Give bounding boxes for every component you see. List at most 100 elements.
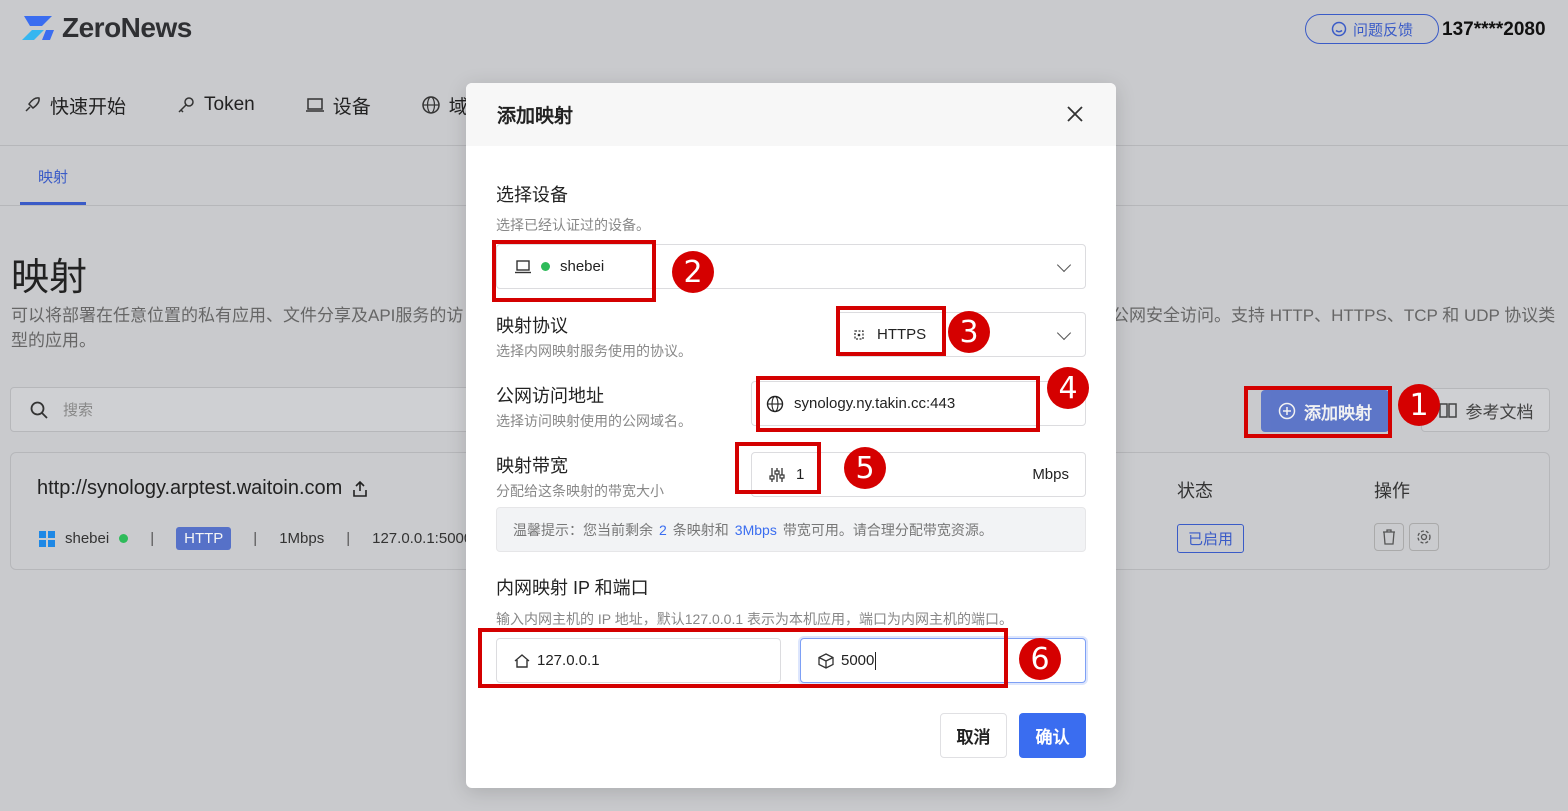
protocol-value: HTTPS	[877, 326, 927, 343]
public-address-select[interactable]: synology.ny.takin.cc:443	[751, 381, 1086, 426]
nav-label: 设备	[332, 96, 371, 118]
internal-ip-label: 内网映射 IP 和端口	[496, 578, 649, 598]
search-icon	[30, 401, 48, 419]
mapping-device: shebei	[65, 530, 110, 547]
settings-button[interactable]	[1409, 523, 1439, 551]
sliders-icon	[769, 467, 785, 482]
online-status-dot	[541, 262, 550, 271]
bandwidth-help: 分配给这条映射的带宽大小	[496, 483, 664, 499]
feedback-button[interactable]: 问题反馈	[1305, 14, 1439, 44]
windows-icon	[39, 530, 55, 547]
add-mapping-dialog: 添加映射 选择设备 选择已经认证过的设备。 shebei 映射协议 选择内网映射…	[466, 83, 1116, 788]
tip-mapping-count: 2	[659, 521, 667, 538]
logo: ZeroNews	[20, 12, 192, 44]
tip-suffix: 带宽可用。请合理分配带宽资源。	[782, 521, 993, 538]
smile-icon	[1331, 21, 1347, 37]
online-status-dot	[119, 534, 129, 543]
key-icon	[178, 97, 194, 113]
laptop-icon	[305, 98, 324, 112]
nav-label: 快速开始	[50, 96, 127, 118]
gear-icon	[1417, 530, 1431, 544]
device-select[interactable]: shebei	[496, 244, 1086, 289]
dialog-header: 添加映射	[466, 83, 1116, 146]
plus-circle-icon	[1278, 402, 1296, 420]
separator: |	[253, 530, 258, 547]
nav-label: Token	[204, 94, 255, 115]
nav-item-token[interactable]: Token	[176, 92, 255, 118]
close-icon[interactable]	[1064, 103, 1086, 125]
annotation-number-3: 3	[948, 311, 990, 353]
dialog-title: 添加映射	[497, 106, 574, 127]
cube-icon	[818, 652, 834, 669]
port-value: 5000	[841, 652, 875, 669]
share-icon[interactable]	[352, 480, 368, 498]
public-address-help: 选择访问映射使用的公网域名。	[496, 413, 692, 429]
desc-line2: 型的应用。	[11, 331, 96, 350]
protocol-help: 选择内网映射服务使用的协议。	[496, 343, 692, 359]
add-mapping-label: 添加映射	[1304, 403, 1372, 423]
protocol-label: 映射协议	[496, 316, 568, 336]
ip-input[interactable]: 127.0.0.1	[496, 638, 781, 683]
nav-item-quickstart[interactable]: 快速开始	[22, 92, 126, 118]
brand-name: ZeroNews	[62, 12, 192, 43]
status-badge: 已启用	[1177, 524, 1245, 553]
public-address-value: synology.ny.takin.cc:443	[794, 395, 956, 412]
tip-prefix: 温馨提示：您当前剩余	[513, 521, 653, 538]
tip-bandwidth: 3Mbps	[734, 521, 777, 538]
confirm-button[interactable]: 确认	[1019, 713, 1086, 758]
mapping-row: shebei | HTTP | 1Mbps | 127.0.0.1:5000	[39, 527, 472, 550]
internal-ip-help: 输入内网主机的 IP 地址，默认127.0.0.1 表示为本机应用，端口为内网主…	[496, 611, 1014, 627]
add-mapping-button[interactable]: 添加映射	[1261, 390, 1389, 432]
tab-mappings[interactable]: 映射	[20, 150, 86, 205]
www-globe-icon	[766, 395, 784, 412]
bandwidth-input[interactable]: 1 Mbps	[751, 452, 1086, 497]
chevron-down-icon	[1056, 325, 1072, 340]
mapping-url-text: http://synology.arptest.waitoin.com	[37, 477, 343, 499]
bandwidth-value: 1	[796, 466, 805, 483]
book-icon	[1438, 403, 1457, 418]
desc-right: 公网安全访问。支持 HTTP、HTTPS、TCP 和 UDP 协议类	[1112, 306, 1556, 325]
mapping-target: 127.0.0.1:5000	[372, 530, 473, 547]
annotation-number-6: 6	[1019, 638, 1061, 680]
bandwidth-unit: Mbps	[1032, 466, 1069, 483]
zeronews-logo-icon	[22, 16, 54, 40]
page-title: 映射	[11, 257, 88, 299]
annotation-number-5: 5	[844, 447, 886, 489]
docs-button[interactable]: 参考文档	[1421, 388, 1550, 432]
mapping-bandwidth: 1Mbps	[279, 530, 325, 547]
cancel-button[interactable]: 取消	[940, 713, 1007, 758]
trash-icon	[1383, 529, 1395, 545]
rocket-icon	[25, 97, 40, 112]
public-address-label: 公网访问地址	[496, 386, 604, 406]
desc-left: 可以将部署在任意位置的私有应用、文件分享及API服务的访	[11, 306, 464, 325]
annotation-number-1: 1	[1398, 384, 1440, 426]
search-input[interactable]: 搜索	[10, 387, 480, 432]
bandwidth-label: 映射带宽	[496, 456, 568, 476]
device-label: 选择设备	[496, 185, 568, 205]
ops-header: 操作	[1374, 481, 1410, 501]
nav-item-devices[interactable]: 设备	[305, 92, 371, 118]
status-header: 状态	[1177, 481, 1213, 501]
main-nav: 快速开始 Token 设备 域名	[22, 92, 537, 118]
user-account[interactable]: 137****2080	[1442, 19, 1546, 41]
annotation-number-4: 4	[1047, 367, 1089, 409]
feedback-label: 问题反馈	[1352, 21, 1413, 39]
search-placeholder: 搜索	[63, 402, 94, 419]
mapping-url[interactable]: http://synology.arptest.waitoin.com	[37, 477, 368, 500]
ip-value: 127.0.0.1	[537, 652, 600, 669]
chevron-down-icon	[1056, 257, 1072, 272]
text-cursor	[875, 651, 877, 670]
tip-mid: 条映射和	[672, 521, 729, 538]
separator: |	[346, 530, 351, 547]
globe-icon	[421, 96, 440, 114]
home-icon	[514, 653, 530, 668]
docs-label: 参考文档	[1465, 402, 1534, 422]
quota-tip: 温馨提示：您当前剩余 2 条映射和 3Mbps 带宽可用。请合理分配带宽资源。	[496, 507, 1086, 552]
delete-button[interactable]	[1374, 523, 1404, 551]
device-value: shebei	[560, 258, 605, 275]
protocol-icon	[854, 329, 864, 340]
device-help: 选择已经认证过的设备。	[496, 217, 650, 233]
protocol-badge: HTTP	[176, 527, 232, 550]
annotation-number-2: 2	[672, 251, 714, 293]
separator: |	[150, 530, 155, 547]
